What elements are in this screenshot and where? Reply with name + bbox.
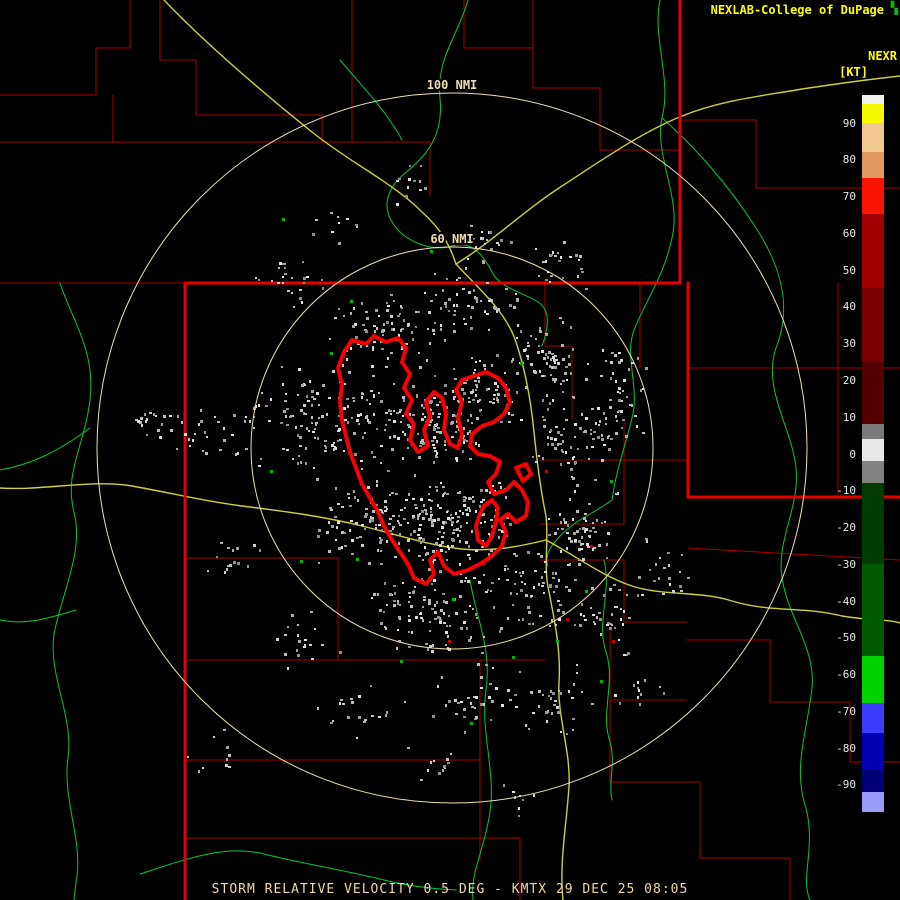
colorbar-tick-label: -80 xyxy=(836,741,856,755)
colorbar-tick-label: -70 xyxy=(836,704,856,718)
colorbar-segment xyxy=(862,563,884,656)
radar-map: 60 NMI 100 NMI xyxy=(0,0,900,900)
colorbar-tick-label: 70 xyxy=(842,190,856,204)
colorbar-segment xyxy=(862,95,884,105)
colorbar-segment xyxy=(862,151,884,178)
colorbar-units: [KT] xyxy=(839,65,868,79)
product-title: STORM RELATIVE VELOCITY 0.5 DEG - KMTX 2… xyxy=(211,882,689,897)
colorbar-segment xyxy=(862,104,884,123)
colorbar-tick-label: -20 xyxy=(836,521,856,535)
colorbar-tick-label: 20 xyxy=(842,373,856,387)
colorbar-tick-label: 40 xyxy=(842,300,856,314)
colorbar-segment xyxy=(862,732,884,770)
range-ring-label: 100 NMI xyxy=(427,78,478,92)
radar-display: 60 NMI 100 NMI 90 80 70 60 50 40 30 20 10 0 -10 -20 -… xyxy=(0,0,900,900)
colorbar-tick-label: 60 xyxy=(842,226,856,240)
highways xyxy=(0,0,900,900)
colorbar-segment xyxy=(862,122,884,152)
colorbar-tick-label: -90 xyxy=(836,778,856,792)
cod-logo-icon: ▚ xyxy=(890,1,898,15)
colorbar-segment xyxy=(862,703,884,733)
colorbar-segment xyxy=(862,361,884,425)
range-ring xyxy=(96,92,808,804)
colorbar-tick-label: 90 xyxy=(842,116,856,130)
colorbar-tick-label: 10 xyxy=(842,410,856,424)
colorbar-tick-label: -10 xyxy=(836,484,856,498)
range-ring-label: 60 NMI xyxy=(430,232,473,246)
colorbar-segment xyxy=(862,769,884,792)
branding-text: NEXLAB-College of DuPage xyxy=(710,3,884,17)
colorbar-tick-label: 50 xyxy=(842,263,856,277)
colorbar-segment xyxy=(862,424,884,439)
colorbar-segment xyxy=(862,482,884,564)
colorbar-segment xyxy=(862,655,884,704)
range-rings: 60 NMI 100 NMI xyxy=(96,76,808,804)
colorbar-tick-label: 80 xyxy=(842,153,856,167)
colorbar-tick-label: -30 xyxy=(836,557,856,571)
rivers xyxy=(0,0,813,900)
velocity-colorbar xyxy=(862,95,884,812)
nexrad-label: NEXR xyxy=(868,49,897,63)
colorbar-segment xyxy=(862,214,884,288)
colorbar-tick-label: -50 xyxy=(836,631,856,645)
county-borders xyxy=(0,0,900,900)
colorbar-segment xyxy=(862,791,884,812)
colorbar-segment xyxy=(862,288,884,362)
lake-outline xyxy=(336,334,533,586)
colorbar-tick-label: -60 xyxy=(836,668,856,682)
colorbar-tick-label: 30 xyxy=(842,337,856,351)
colorbar-segment xyxy=(862,438,884,461)
colorbar-segment xyxy=(862,460,884,483)
colorbar-segment xyxy=(862,177,884,215)
colorbar-tick-label: -40 xyxy=(836,594,856,608)
colorbar-tick-label: 0 xyxy=(849,447,856,461)
